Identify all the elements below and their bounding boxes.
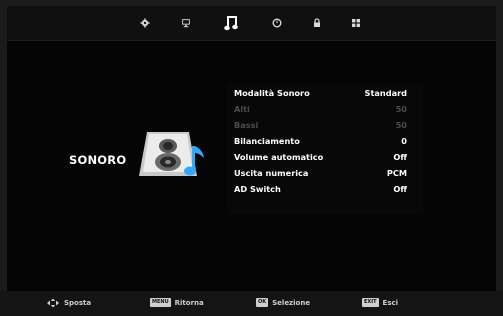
row-label: Bassi (234, 120, 259, 130)
arrows-icon (47, 298, 59, 308)
tab-picture[interactable] (176, 13, 196, 33)
clock-icon (272, 18, 282, 28)
hint-move-label: Sposta (64, 299, 92, 307)
row-value: 50 (395, 120, 407, 130)
row-value: Standard (364, 88, 407, 98)
menu-row-ad-switch[interactable]: AD Switch Off (227, 182, 423, 198)
row-value: Off (393, 152, 407, 162)
row-value: PCM (386, 168, 407, 178)
hint-exit-label: Esci (382, 298, 399, 307)
row-label: Alti (234, 104, 250, 114)
menu-key-icon: MENU (150, 298, 171, 307)
hint-select: OK Selezione (256, 298, 310, 307)
hint-exit: EXIT Esci (362, 298, 398, 307)
hint-back-label: Ritorna (174, 298, 204, 307)
hint-move: Sposta (46, 298, 91, 308)
menu-row-auto-volume[interactable]: Volume automatico Off (227, 150, 423, 166)
row-label: Bilanciamento (234, 136, 300, 146)
tab-lock[interactable] (307, 13, 327, 33)
speaker-icon (139, 132, 204, 176)
row-label: AD Switch (234, 184, 281, 194)
ok-key-icon: OK (256, 298, 269, 307)
lock-icon (314, 18, 320, 27)
hint-select-label: Selezione (272, 298, 311, 307)
row-label: Uscita numerica (234, 168, 309, 178)
key-hints-bar: Sposta MENU Ritorna OK Selezione EXIT Es… (0, 291, 503, 316)
menu-frame: SONORO Modalità Sonoro Standard Alti 50 (7, 6, 496, 291)
grid-icon (352, 19, 360, 27)
sound-menu: Modalità Sonoro Standard Alti 50 Bassi 5… (227, 84, 423, 214)
tab-setup[interactable] (135, 13, 155, 33)
menu-row-sound-mode[interactable]: Modalità Sonoro Standard (227, 86, 423, 102)
menu-row-digital-output[interactable]: Uscita numerica PCM (227, 166, 423, 182)
tv-screen: SONORO Modalità Sonoro Standard Alti 50 (0, 0, 503, 316)
menu-row-treble: Alti 50 (227, 102, 423, 118)
row-label: Modalità Sonoro (234, 88, 310, 98)
menu-row-balance[interactable]: Bilanciamento 0 (227, 134, 423, 150)
hint-back: MENU Ritorna (150, 298, 204, 307)
section-title: SONORO (69, 153, 127, 167)
row-value: 0 (401, 136, 407, 146)
menu-row-bass: Bassi 50 (227, 118, 423, 134)
tab-time[interactable] (267, 13, 287, 33)
menu-tabs (7, 6, 496, 41)
gear-icon (140, 18, 150, 28)
tab-channel[interactable] (346, 13, 366, 33)
exit-key-icon: EXIT (362, 298, 379, 307)
tab-sound[interactable] (219, 12, 245, 34)
row-value: 50 (395, 104, 407, 114)
row-value: Off (393, 184, 407, 194)
monitor-icon (182, 19, 190, 28)
row-label: Volume automatico (234, 152, 324, 162)
music-note-icon (224, 16, 238, 31)
